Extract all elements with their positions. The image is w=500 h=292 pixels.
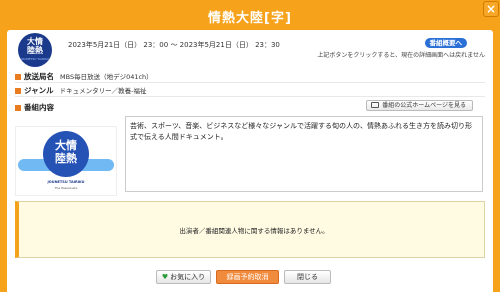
logo-text-line1: 大情 [27, 37, 43, 46]
heart-icon: ♥ [161, 273, 169, 281]
close-button[interactable]: 閉じる [284, 270, 331, 284]
logo-text-line2: 陸熱 [27, 46, 43, 55]
station-label: 放送局名 [24, 72, 54, 81]
dialog-frame: 情熱大陸[字] × 大情 陸熱 JOUNETSU TAIRIKU 2023年5月… [0, 0, 500, 292]
homepage-label: 番組の公式ホームページを見る [382, 102, 466, 109]
cancel-recording-button[interactable]: 録画予約取消 [216, 270, 279, 284]
cast-notice: 出演者／番組関連人物に関する情報はありません。 [15, 201, 485, 258]
detail-panel: 大情 陸熱 JOUNETSU TAIRIKU 2023年5月21日（日） 23：… [7, 30, 493, 292]
genre-row: ジャンル ドキュメンタリー／教養-福祉 [15, 85, 146, 96]
content-label: 番組内容 [24, 103, 54, 112]
bullet-icon [15, 87, 21, 94]
favorite-button[interactable]: ♥ お気に入り [156, 270, 211, 284]
cast-notice-text: 出演者／番組関連人物に関する情報はありません。 [179, 227, 329, 235]
dialog-title: 情熱大陸[字] [208, 11, 292, 26]
divider [15, 96, 485, 97]
thumbnail-caption: JOUNETSU TAIRIKU [47, 180, 85, 184]
bullet-icon [15, 104, 21, 111]
station-row: 放送局名 MBS毎日放送（地デジ041ch） [15, 71, 153, 82]
genre-label: ジャンル [24, 86, 54, 95]
genre-value: ドキュメンタリー／教養-福祉 [59, 87, 147, 95]
overview-note: 上記ボタンをクリックすると、現在の詳細画面へは戻れません [317, 52, 485, 59]
program-logo: 大情 陸熱 JOUNETSU TAIRIKU [18, 33, 52, 67]
station-value: MBS毎日放送（地デジ041ch） [60, 73, 153, 81]
program-thumbnail: 大情 陸熱 JOUNETSU TAIRIKU The Passionate [15, 126, 117, 196]
close-icon[interactable]: × [483, 1, 499, 17]
content-heading: 番組内容 [15, 102, 54, 113]
thumb-logo-line1: 大情 [55, 139, 77, 152]
program-description: 芸術、スポーツ、音楽、ビジネスなど様々なジャンルで活躍する旬の人の、情熱あふれる… [125, 116, 483, 192]
official-homepage-button[interactable]: 番組の公式ホームページを見る [366, 100, 473, 111]
logo-small-text: JOUNETSU TAIRIKU [20, 57, 50, 61]
title-bar: 情熱大陸[字] [0, 0, 500, 30]
divider [15, 82, 485, 83]
thumbnail-logo: 大情 陸熱 [43, 131, 89, 177]
broadcast-datetime: 2023年5月21日（日） 23：00 〜 2023年5月21日（日） 23：3… [68, 41, 280, 49]
thumbnail-tagline: The Passionate [54, 186, 78, 190]
overview-button[interactable]: 番組概要へ [424, 38, 467, 48]
bullet-icon [15, 73, 21, 80]
tv-icon [371, 102, 380, 108]
thumb-logo-line2: 陸熱 [55, 152, 77, 165]
favorite-label: お気に入り [170, 273, 206, 281]
